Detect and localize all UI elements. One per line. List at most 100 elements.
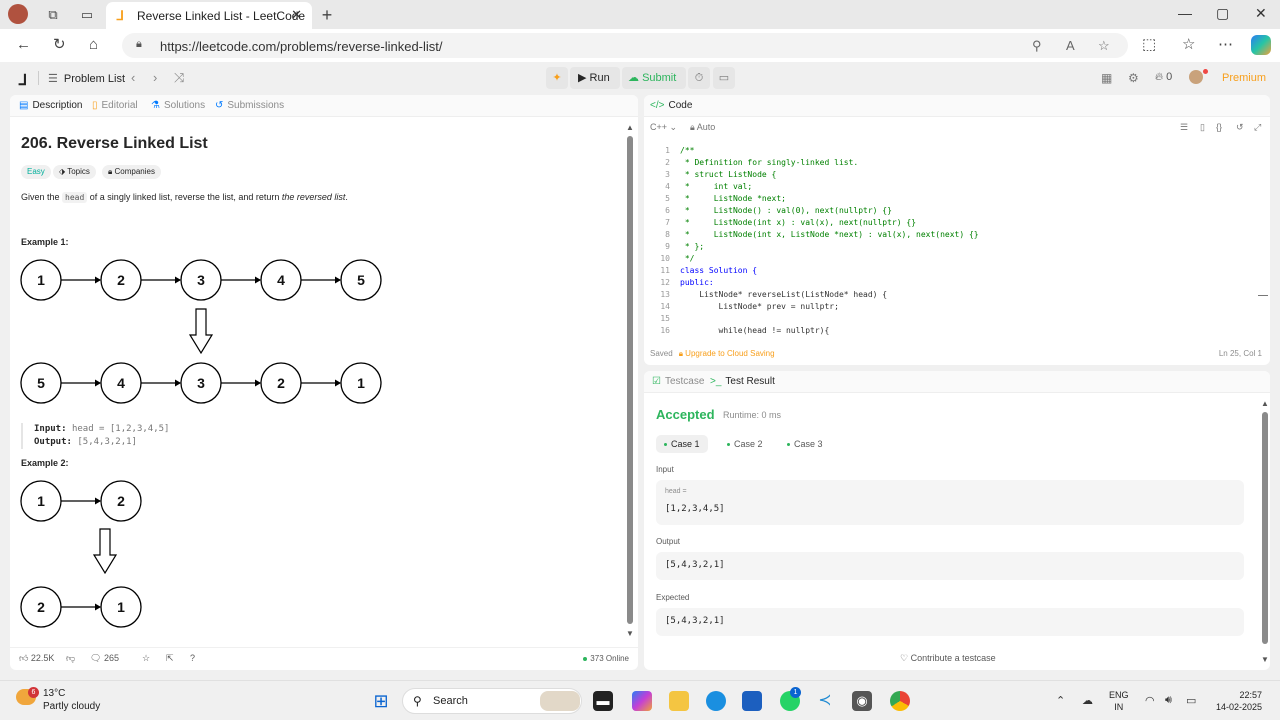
companies-tag[interactable]: 🔒︎ Companies (102, 165, 161, 179)
windows-start-icon[interactable]: ⊞ (371, 691, 391, 711)
wifi-icon[interactable]: ◠ (1145, 694, 1155, 707)
edge-browser-icon[interactable] (706, 691, 726, 711)
leetcode-logo-icon[interactable]: ᒧ (18, 71, 27, 89)
run-button[interactable]: ▶ Run (570, 67, 620, 89)
tab-submissions[interactable]: ↺ Submissions (215, 100, 284, 111)
submit-button[interactable]: ☁ Submit (622, 67, 686, 89)
clock[interactable]: 22:57 14-02-2025 (1208, 689, 1262, 713)
zoom-icon[interactable]: ⚲ (1032, 38, 1042, 54)
layout-icon[interactable]: ▦ (1101, 71, 1112, 85)
tab-description[interactable]: ▤ Description (19, 100, 82, 111)
case-tab-3[interactable]: Case 3 (779, 435, 831, 453)
tab-code[interactable]: </> Code (650, 100, 692, 111)
format-icon[interactable]: ☰ (1180, 122, 1188, 133)
scroll-up-icon[interactable]: ▲ (1261, 399, 1269, 408)
home-icon[interactable]: ⌂ (89, 37, 98, 53)
notes-icon[interactable]: ▭ (713, 67, 735, 89)
extensions-icon[interactable]: ⬚ (1142, 37, 1156, 53)
online-count: 373 Online (583, 654, 629, 663)
premium-link[interactable]: Premium (1222, 72, 1266, 84)
dislike-icon[interactable]: 👎︎ (66, 653, 75, 664)
workspaces-icon[interactable]: ⧉ (44, 6, 62, 24)
tab-testcase[interactable]: ☑ Testcase (652, 376, 704, 387)
prev-problem-icon[interactable]: ‹ (131, 70, 135, 85)
language-select[interactable]: C++ ⌄ (650, 122, 677, 133)
description-tabs: ▤ Description ▯ Editorial ⚗ Solutions ↺ Subm… (10, 95, 638, 117)
auto-mode-toggle[interactable]: 🔒︎ Auto (690, 122, 715, 133)
vscode-icon[interactable]: ≺ (815, 691, 835, 711)
problem-list-button[interactable]: ☰ Problem List (48, 72, 125, 85)
copilot-app-icon[interactable] (632, 691, 652, 711)
volume-icon[interactable]: 🔊︎ (1165, 694, 1172, 707)
scroll-up-icon[interactable]: ▲ (626, 123, 634, 132)
browser-tab[interactable]: ᒧ Reverse Linked List - LeetCode ✕ (106, 2, 312, 29)
tab-editorial[interactable]: ▯ Editorial (92, 100, 138, 111)
terminal-app-icon[interactable]: ▬ (593, 691, 613, 711)
case-tab-2[interactable]: Case 2 (719, 435, 771, 453)
show-hidden-icons-icon[interactable]: ⌃ (1056, 694, 1065, 707)
scroll-down-icon[interactable]: ▼ (1261, 655, 1269, 664)
widgets-icon[interactable] (540, 691, 580, 711)
settings-gear-icon[interactable]: ⚙ (1128, 71, 1139, 85)
help-icon[interactable]: ? (190, 653, 195, 663)
scroll-down-icon[interactable]: ▼ (626, 629, 634, 638)
profile-avatar-icon[interactable] (8, 4, 28, 24)
problem-title[interactable]: 206. Reverse Linked List (21, 135, 208, 153)
file-explorer-icon[interactable] (669, 691, 689, 711)
output-value[interactable]: [5,4,3,2,1] (665, 560, 725, 570)
fullscreen-icon[interactable]: ⤢ (1254, 122, 1261, 133)
topics-tag[interactable]: ⬗ Topics (53, 165, 96, 179)
back-icon[interactable]: ← (16, 37, 31, 53)
favorite-star-icon[interactable]: ☆ (142, 653, 150, 664)
temperature[interactable]: 13°C (43, 688, 65, 699)
next-problem-icon[interactable]: › (153, 70, 157, 85)
share-icon[interactable]: ⇱ (166, 653, 174, 664)
weather-condition[interactable]: Partly cloudy (43, 701, 100, 712)
favorite-star-icon[interactable]: ☆ (1098, 38, 1110, 54)
close-window-icon[interactable]: ✕ (1255, 5, 1267, 22)
tab-test-result[interactable]: >_ Test Result (710, 376, 775, 387)
description-scrollbar[interactable]: ▲ ▼ (625, 123, 635, 643)
shuffle-icon[interactable]: ⤨ (174, 70, 184, 86)
minimize-icon[interactable]: — (1178, 5, 1192, 21)
code-brackets-icon[interactable]: {} (1216, 122, 1222, 132)
new-tab-icon[interactable]: + (318, 6, 336, 24)
input-value[interactable]: [1,2,3,4,5] (665, 504, 725, 514)
result-scrollbar[interactable]: ▲ ▼ (1260, 399, 1270, 667)
tab-solutions[interactable]: ⚗ Solutions (151, 100, 205, 111)
upgrade-link[interactable]: 🔒︎ Upgrade to Cloud Saving (679, 349, 775, 358)
close-tab-icon[interactable]: ✕ (291, 7, 302, 23)
run-submit-group: ✦ ▶ Run ☁ Submit ⏱ ▭ (546, 67, 735, 89)
address-bar[interactable]: 🔒︎ https://leetcode.com/problems/reverse… (122, 33, 1128, 58)
contribute-testcase-link[interactable]: ♡ Contribute a testcase (900, 653, 996, 664)
bookmark-icon[interactable]: ▯ (1200, 122, 1205, 133)
timer-icon[interactable]: ⏱ (688, 67, 710, 89)
user-avatar[interactable] (1189, 70, 1203, 84)
code-editor[interactable]: 1 /** 2 * Definition for singly-linked lis… (644, 145, 1260, 339)
reset-icon[interactable]: ↺ (1236, 122, 1244, 133)
battery-icon[interactable]: ▭ (1186, 694, 1196, 707)
code-scrollbar[interactable] (1258, 295, 1268, 296)
scrollbar-thumb[interactable] (627, 136, 633, 624)
comments-button[interactable]: 🗨︎ 265 (90, 653, 119, 664)
chrome-icon[interactable] (890, 691, 910, 711)
camera-icon[interactable]: ◉ (852, 691, 872, 711)
read-aloud-icon[interactable]: A (1066, 38, 1075, 53)
onedrive-cloud-icon[interactable]: ☁ (1082, 694, 1093, 707)
like-button[interactable]: 👍︎ 22.5K (19, 653, 54, 664)
language-indicator[interactable]: ENG IN (1109, 689, 1129, 713)
streak-counter[interactable]: 🔥︎ 0 (1155, 71, 1172, 84)
scrollbar-thumb[interactable] (1262, 412, 1268, 644)
debug-icon[interactable]: ✦ (546, 67, 568, 89)
expected-value[interactable]: [5,4,3,2,1] (665, 616, 725, 626)
maximize-icon[interactable]: ▢ (1216, 5, 1229, 22)
copilot-icon[interactable] (1251, 35, 1271, 55)
case-tab-1[interactable]: Case 1 (656, 435, 708, 453)
store-icon[interactable] (742, 691, 762, 711)
tab-actions-icon[interactable]: ▭ (78, 6, 96, 24)
refresh-icon[interactable]: ↻ (53, 37, 66, 53)
lock-icon[interactable]: 🔒︎ (136, 38, 142, 51)
favorites-icon[interactable]: ☆ (1182, 37, 1195, 53)
url-text[interactable]: https://leetcode.com/problems/reverse-li… (160, 39, 443, 54)
more-menu-icon[interactable]: ⋯ (1218, 37, 1233, 53)
